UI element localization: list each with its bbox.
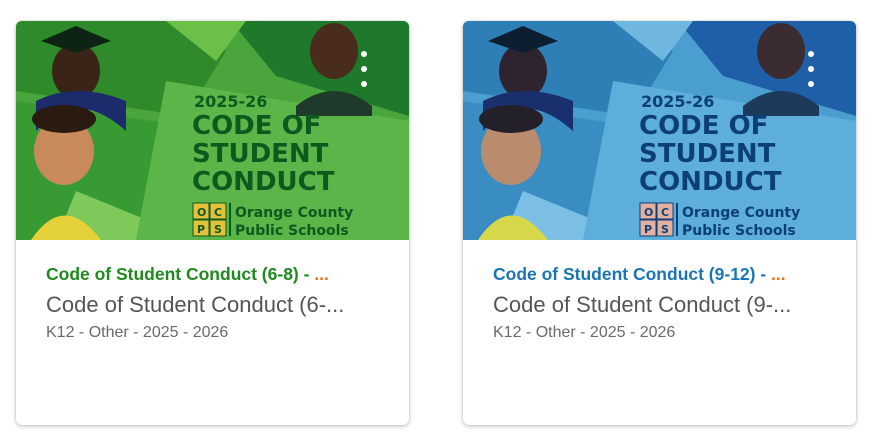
banner-line3: CONDUCT bbox=[192, 167, 335, 197]
svg-text:P: P bbox=[197, 223, 205, 236]
course-subtitle: Code of Student Conduct (9-... bbox=[493, 292, 792, 317]
svg-text:P: P bbox=[644, 223, 652, 236]
svg-text:Orange County: Orange County bbox=[682, 205, 800, 221]
banner-line1: CODE OF bbox=[192, 111, 321, 141]
vertical-ellipsis-dot bbox=[808, 66, 814, 72]
course-title-link[interactable]: Code of Student Conduct (9-12) - ... bbox=[493, 262, 826, 286]
svg-text:C: C bbox=[661, 206, 669, 219]
banner-line2: STUDENT bbox=[639, 139, 776, 169]
course-banner-image: 2025-26 CODE OF STUDENT CONDUCT O C P S … bbox=[16, 21, 409, 240]
course-meta: K12 - Other - 2025 - 2026 bbox=[46, 324, 229, 341]
banner-line2: STUDENT bbox=[192, 139, 329, 169]
svg-text:S: S bbox=[661, 223, 669, 236]
card-options-button[interactable] bbox=[804, 49, 818, 89]
banner-year: 2025-26 bbox=[641, 92, 714, 111]
vertical-ellipsis-icon bbox=[808, 51, 814, 57]
vertical-ellipsis-icon bbox=[361, 51, 367, 57]
course-card-9-12[interactable]: 2025-26 CODE OF STUDENT CONDUCT O C P S … bbox=[463, 21, 856, 425]
svg-text:C: C bbox=[214, 206, 222, 219]
course-card-6-8[interactable]: 2025-26 CODE OF STUDENT CONDUCT O C P S … bbox=[16, 21, 409, 425]
svg-text:O: O bbox=[197, 206, 206, 219]
svg-text:O: O bbox=[644, 206, 653, 219]
card-body: Code of Student Conduct (9-12) - ... Cod… bbox=[463, 240, 856, 344]
vertical-ellipsis-dot bbox=[361, 81, 367, 87]
course-subtitle: Code of Student Conduct (6-... bbox=[46, 292, 345, 317]
banner-year: 2025-26 bbox=[194, 92, 267, 111]
course-title-text: Code of Student Conduct (6-8) - bbox=[46, 264, 315, 284]
svg-text:Orange County: Orange County bbox=[235, 205, 353, 221]
banner-artwork: 2025-26 CODE OF STUDENT CONDUCT O C P S … bbox=[463, 21, 856, 240]
svg-text:Public Schools: Public Schools bbox=[682, 223, 796, 239]
vertical-ellipsis-dot bbox=[361, 66, 367, 72]
course-title-link[interactable]: Code of Student Conduct (6-8) - ... bbox=[46, 262, 379, 286]
banner-line3: CONDUCT bbox=[639, 167, 782, 197]
card-body: Code of Student Conduct (6-8) - ... Code… bbox=[16, 240, 409, 344]
svg-text:S: S bbox=[214, 223, 222, 236]
course-meta: K12 - Other - 2025 - 2026 bbox=[493, 324, 676, 341]
course-title-text: Code of Student Conduct (9-12) - bbox=[493, 264, 772, 284]
vertical-ellipsis-dot bbox=[808, 81, 814, 87]
svg-text:Public Schools: Public Schools bbox=[235, 223, 349, 239]
title-ellipsis: ... bbox=[771, 264, 786, 284]
card-options-button[interactable] bbox=[357, 49, 371, 89]
course-banner-image: 2025-26 CODE OF STUDENT CONDUCT O C P S … bbox=[463, 21, 856, 240]
title-ellipsis: ... bbox=[314, 264, 329, 284]
banner-line1: CODE OF bbox=[639, 111, 768, 141]
banner-artwork: 2025-26 CODE OF STUDENT CONDUCT O C P S … bbox=[16, 21, 409, 240]
